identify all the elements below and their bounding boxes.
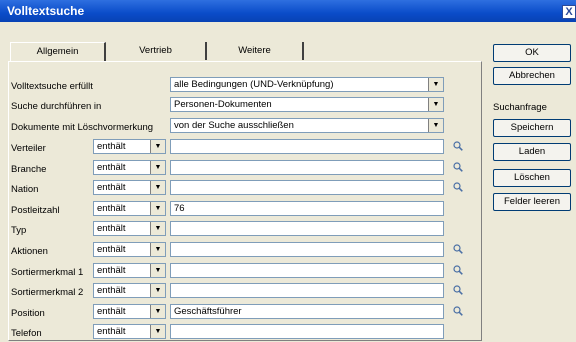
tab-allgemein[interactable]: Allgemein [10, 42, 106, 62]
query-label: Suchanfrage [493, 102, 547, 113]
ok-button[interactable]: OK [493, 44, 571, 62]
field-label: Telefon [11, 328, 42, 339]
chevron-down-icon[interactable]: ▼ [150, 202, 165, 215]
field-label: Nation [11, 184, 39, 195]
chevron-down-icon[interactable]: ▼ [150, 140, 165, 153]
operator-select[interactable]: enthält ▼ [93, 263, 166, 278]
label-suche-in: Suche durchführen in [11, 101, 102, 112]
chevron-down-icon[interactable]: ▼ [428, 78, 443, 91]
chevron-down-icon[interactable]: ▼ [428, 119, 443, 132]
label-loeschvormerkung: Dokumente mit Löschvormerkung [11, 122, 154, 133]
close-button[interactable]: X [562, 5, 576, 19]
select-value: alle Bedingungen (UND-Verknüpfung) [174, 79, 334, 90]
operator-select[interactable]: enthält ▼ [93, 139, 166, 154]
chevron-down-icon[interactable]: ▼ [150, 181, 165, 194]
field-label: Typ [11, 225, 27, 236]
field-value-input[interactable] [170, 324, 444, 339]
search-icon[interactable] [453, 285, 463, 295]
field-label: Sortiermerkmal 1 [11, 267, 84, 278]
operator-select[interactable]: enthält ▼ [93, 283, 166, 298]
tab-strip: Allgemein Vertrieb Weitere [10, 42, 304, 62]
search-icon[interactable] [453, 306, 463, 316]
chevron-down-icon[interactable]: ▼ [150, 305, 165, 318]
field-value-input[interactable]: Geschäftsführer [170, 304, 444, 319]
save-query-button[interactable]: Speichern [493, 119, 571, 137]
field-value-input[interactable] [170, 283, 444, 298]
title-bar: Volltextsuche X [0, 0, 576, 22]
field-label: Postleitzahl [11, 205, 60, 216]
field-value-input[interactable] [170, 263, 444, 278]
operator-value: enthält [97, 203, 126, 214]
operator-value: enthält [97, 265, 126, 276]
operator-select[interactable]: enthält ▼ [93, 160, 166, 175]
chevron-down-icon[interactable]: ▼ [150, 222, 165, 235]
operator-value: enthält [97, 223, 126, 234]
select-value: von der Suche ausschließen [174, 120, 294, 131]
operator-select[interactable]: enthält ▼ [93, 221, 166, 236]
chevron-down-icon[interactable]: ▼ [150, 264, 165, 277]
operator-value: enthält [97, 306, 126, 317]
operator-value: enthält [97, 162, 126, 173]
select-value: Personen-Dokumenten [174, 99, 272, 110]
field-value-input[interactable] [170, 221, 444, 236]
field-label: Aktionen [11, 246, 48, 257]
operator-select[interactable]: enthält ▼ [93, 324, 166, 339]
operator-value: enthält [97, 244, 126, 255]
search-icon[interactable] [453, 162, 463, 172]
chevron-down-icon[interactable]: ▼ [428, 98, 443, 111]
field-label: Verteiler [11, 143, 46, 154]
field-label: Sortiermerkmal 2 [11, 287, 84, 298]
operator-select[interactable]: enthält ▼ [93, 201, 166, 216]
label-volltextsuche: Volltextsuche erfüllt [11, 81, 93, 92]
select-loeschvormerkung[interactable]: von der Suche ausschließen ▼ [170, 118, 444, 133]
window-title: Volltextsuche [7, 4, 85, 18]
operator-value: enthält [97, 285, 126, 296]
select-suche-in[interactable]: Personen-Dokumenten ▼ [170, 97, 444, 112]
cancel-button[interactable]: Abbrechen [493, 67, 571, 85]
chevron-down-icon[interactable]: ▼ [150, 161, 165, 174]
field-label: Position [11, 308, 45, 319]
select-bedingung[interactable]: alle Bedingungen (UND-Verknüpfung) ▼ [170, 77, 444, 92]
field-value-input[interactable]: 76 [170, 201, 444, 216]
field-label: Branche [11, 164, 47, 175]
operator-value: enthält [97, 182, 126, 193]
operator-value: enthält [97, 141, 126, 152]
operator-select[interactable]: enthält ▼ [93, 304, 166, 319]
operator-value: enthält [97, 326, 126, 337]
field-value-input[interactable] [170, 139, 444, 154]
search-icon[interactable] [453, 182, 463, 192]
search-icon[interactable] [453, 244, 463, 254]
operator-select[interactable]: enthält ▼ [93, 180, 166, 195]
load-query-button[interactable]: Laden [493, 143, 571, 161]
chevron-down-icon[interactable]: ▼ [150, 284, 165, 297]
operator-select[interactable]: enthält ▼ [93, 242, 166, 257]
field-value-input[interactable] [170, 180, 444, 195]
field-value-input[interactable] [170, 160, 444, 175]
chevron-down-icon[interactable]: ▼ [150, 243, 165, 256]
tab-weitere[interactable]: Weitere [207, 42, 304, 60]
chevron-down-icon[interactable]: ▼ [150, 325, 165, 338]
delete-query-button[interactable]: Löschen [493, 169, 571, 187]
search-icon[interactable] [453, 265, 463, 275]
field-value-input[interactable] [170, 242, 444, 257]
tab-vertrieb[interactable]: Vertrieb [106, 42, 207, 60]
search-icon[interactable] [453, 141, 463, 151]
clear-fields-button[interactable]: Felder leeren [493, 193, 571, 211]
